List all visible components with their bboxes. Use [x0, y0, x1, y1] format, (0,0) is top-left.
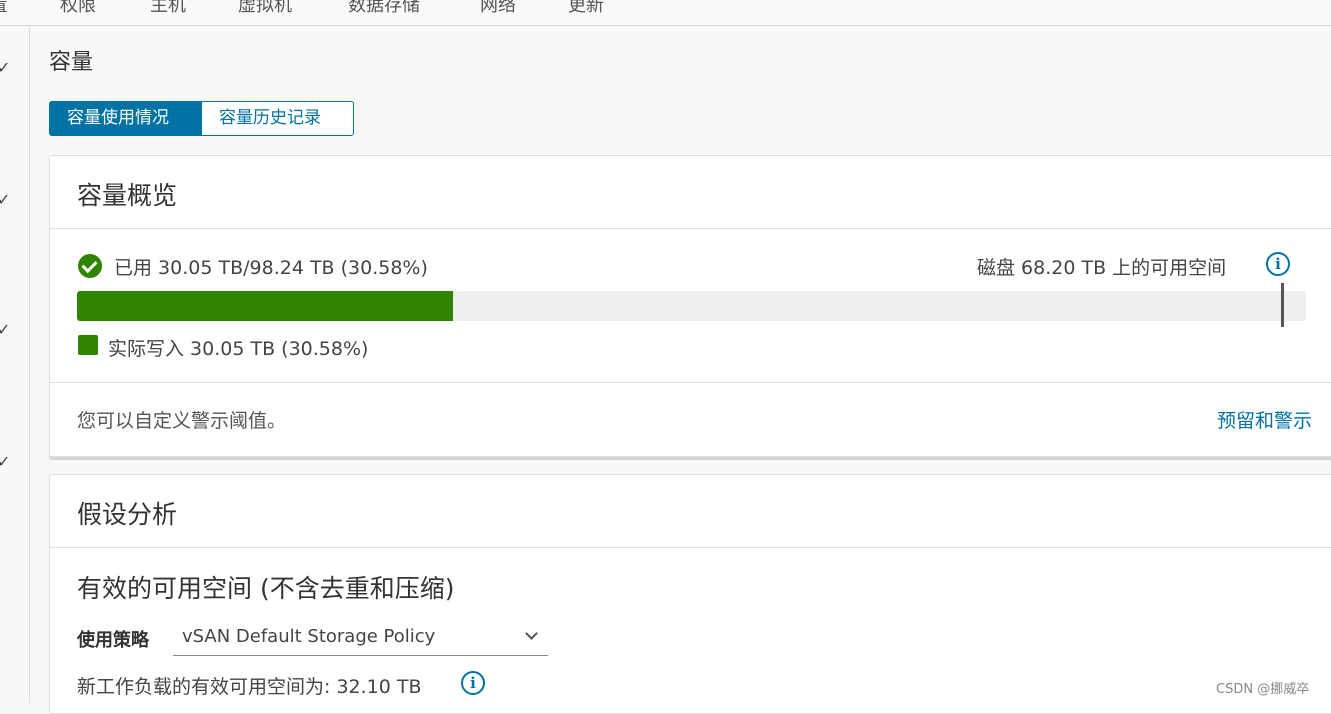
page-title: 容量	[49, 50, 94, 75]
nav-item-networks[interactable]: 网络	[480, 0, 516, 17]
card-title: 容量概览	[77, 181, 178, 210]
free-space-text: 磁盘 68.20 TB 上的可用空间	[977, 257, 1227, 279]
chevron-down-icon[interactable]: ✓	[0, 192, 10, 208]
info-icon[interactable]: i	[461, 671, 485, 695]
policy-label: 使用策略	[77, 630, 149, 651]
top-nav: 置 权限 主机 虚拟机 数据存储 网络 更新	[0, 0, 1331, 26]
effective-free-space-text: 新工作负载的有效可用空间为: 32.10 TB	[77, 676, 422, 698]
capacity-bar	[77, 283, 1306, 327]
legend-actual-written: 实际写入 30.05 TB (30.58%)	[108, 338, 369, 360]
capacity-bar-threshold-marker	[1281, 283, 1284, 327]
divider	[50, 382, 1331, 383]
storage-policy-select[interactable]: vSAN Default Storage Policy	[173, 620, 548, 656]
watermark: CSDN @挪威卒	[1216, 682, 1310, 697]
info-icon[interactable]: i	[1266, 252, 1290, 276]
chevron-down-icon	[525, 627, 538, 640]
tab-capacity-usage[interactable]: 容量使用情况	[49, 101, 202, 136]
nav-item-hosts[interactable]: 主机	[150, 0, 186, 17]
tab-capacity-history[interactable]: 容量历史记录	[201, 101, 354, 136]
card-title: 假设分析	[77, 500, 178, 529]
nav-item-updates[interactable]: 更新	[568, 0, 604, 17]
check-circle-icon	[78, 254, 102, 278]
chevron-down-icon[interactable]: ✓	[0, 454, 10, 470]
nav-item-config[interactable]: 置	[0, 0, 8, 17]
reservations-alerts-link[interactable]: 预留和警示	[1217, 406, 1312, 433]
divider	[50, 547, 1331, 548]
left-tree-gutter: ✓ ✓ ✓ ✓	[0, 26, 30, 703]
used-capacity-text: 已用 30.05 TB/98.24 TB (30.58%)	[114, 257, 428, 279]
chevron-down-icon[interactable]: ✓	[0, 322, 10, 338]
nav-item-permissions[interactable]: 权限	[60, 0, 96, 17]
capacity-bar-used	[77, 291, 453, 321]
threshold-hint: 您可以自定义警示阈值。	[77, 410, 287, 432]
section-title: 有效的可用空间 (不含去重和压缩)	[77, 574, 455, 603]
divider	[50, 228, 1331, 229]
nav-item-vms[interactable]: 虚拟机	[238, 0, 292, 17]
legend-swatch	[78, 335, 98, 355]
capacity-overview-card: 容量概览 已用 30.05 TB/98.24 TB (30.58%) 磁盘 68…	[49, 155, 1331, 457]
storage-policy-value: vSAN Default Storage Policy	[182, 626, 436, 647]
chevron-down-icon[interactable]: ✓	[0, 60, 10, 76]
nav-item-datastores[interactable]: 数据存储	[348, 0, 420, 17]
what-if-analysis-card: 假设分析 有效的可用空间 (不含去重和压缩) 使用策略 vSAN Default…	[49, 474, 1331, 714]
